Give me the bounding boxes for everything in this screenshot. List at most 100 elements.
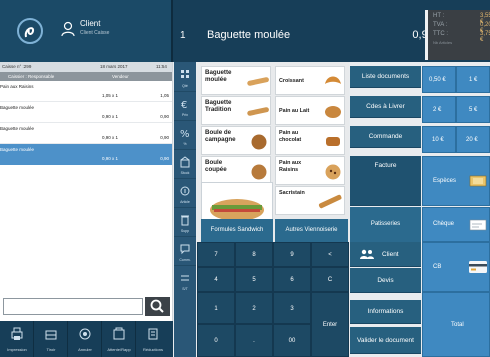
- product-baguette-tradition[interactable]: Baguette Tradition: [201, 96, 271, 125]
- cash-drawer-icon: [45, 330, 57, 340]
- percent-icon: %: [180, 129, 190, 139]
- cash-button[interactable]: Espèces: [422, 156, 490, 206]
- product-boule-coupee[interactable]: Boule coupée: [201, 156, 271, 185]
- sidebar-item-comment[interactable]: Comm.: [174, 238, 196, 266]
- key-double-zero[interactable]: 00: [273, 324, 311, 357]
- denom-20[interactable]: 20 €: [456, 126, 490, 153]
- category-patisseries[interactable]: Patisseries: [350, 207, 421, 242]
- sidebar-item-percent[interactable]: % %: [174, 122, 196, 150]
- print-button[interactable]: Impression: [0, 321, 34, 357]
- cancel-icon: [79, 328, 91, 340]
- total-ttc: TTC :3,75 €: [433, 31, 490, 43]
- ticket-info: Caisse n° :299 18 mars 2017 11:54: [0, 62, 172, 72]
- ticket-line-selected[interactable]: Baguette moulée 0,90 x 1 0,90: [0, 144, 172, 165]
- product-pain-aux-raisins[interactable]: Pain aux Raisins: [275, 156, 345, 185]
- product-pain-au-lait[interactable]: Pain au Lait: [275, 96, 345, 125]
- user-icon: [61, 21, 75, 37]
- hold-recall-button[interactable]: Attente/Rapp: [102, 321, 136, 357]
- hold-icon: [113, 327, 125, 340]
- key-clear[interactable]: C: [311, 267, 349, 292]
- banknote-icon: [469, 175, 487, 187]
- denom-050[interactable]: 0,50 €: [422, 66, 456, 93]
- product-baguette-moulee[interactable]: Baguette moulée: [201, 66, 271, 95]
- raisin-bun-icon: [325, 164, 341, 180]
- key-6[interactable]: 6: [273, 267, 311, 292]
- key-9[interactable]: 9: [273, 242, 311, 267]
- app-logo-icon: [17, 18, 43, 44]
- credit-card-icon: [469, 261, 487, 273]
- information-button[interactable]: Informations: [350, 300, 421, 324]
- article-icon: [180, 186, 190, 196]
- quote-button[interactable]: Devis: [350, 268, 421, 293]
- client-button[interactable]: Client: [350, 242, 421, 267]
- current-line-product: Baguette moulée: [207, 29, 291, 41]
- key-0[interactable]: 0: [197, 324, 235, 357]
- sidebar-item-delete[interactable]: Supp: [174, 209, 196, 237]
- cheque-icon: [469, 219, 487, 231]
- order-button[interactable]: Commande: [350, 126, 421, 148]
- validate-document-button[interactable]: Valider le document: [350, 327, 421, 354]
- key-4[interactable]: 4: [197, 267, 235, 292]
- svg-text:€: €: [181, 100, 187, 110]
- sidebar-item-article[interactable]: Article: [174, 180, 196, 208]
- comment-icon: [180, 244, 190, 255]
- discounts-button[interactable]: Réductions: [136, 321, 170, 357]
- invoice-button[interactable]: Facture: [350, 156, 421, 206]
- denom-10[interactable]: 10 €: [422, 126, 456, 153]
- drawer-button[interactable]: Tiroir: [34, 321, 68, 357]
- pastry-icon: [326, 137, 340, 146]
- sidebar-item-subtotal[interactable]: S/T: [174, 267, 196, 295]
- ticket-line[interactable]: Pain aux Raisins 1,05 x 1 1,05: [0, 81, 172, 102]
- baguette-icon: [247, 107, 269, 116]
- quantity-icon: [181, 70, 189, 78]
- total-button[interactable]: Total: [422, 292, 490, 357]
- product-croissant[interactable]: Croissant: [275, 66, 345, 95]
- denom-1[interactable]: 1 €: [456, 66, 490, 93]
- ticket-line[interactable]: Baguette moulée 0,90 x 1 0,90: [0, 123, 172, 144]
- category-formules-sandwich[interactable]: Formules Sandwich: [201, 219, 273, 242]
- key-5[interactable]: 5: [235, 267, 273, 292]
- round-bread-icon: [251, 134, 267, 150]
- product-pain-au-chocolat[interactable]: Pain au chocolat: [275, 126, 345, 155]
- trash-icon: [181, 215, 189, 226]
- key-8[interactable]: 8: [235, 242, 273, 267]
- key-decimal[interactable]: .: [235, 324, 273, 357]
- category-autres-viennoiserie[interactable]: Autres Viennoiserie: [275, 219, 348, 242]
- baguette-icon: [247, 77, 269, 86]
- key-enter[interactable]: Enter: [311, 292, 349, 357]
- orders-to-deliver-button[interactable]: Cdes à Livrer: [350, 96, 421, 118]
- product-boule-campagne[interactable]: Boule de campagne: [201, 126, 271, 155]
- search-button[interactable]: [145, 297, 170, 316]
- header-bar: Client Client Caisse 1 Baguette moulée 0…: [0, 0, 490, 62]
- articles-count-label: Nb Articles: [433, 40, 453, 45]
- round-bread-icon: [251, 164, 267, 180]
- key-1[interactable]: 1: [197, 292, 235, 324]
- sidebar-item-stock[interactable]: Stock: [174, 151, 196, 179]
- cheque-button[interactable]: Chèque: [422, 207, 490, 242]
- product-sacristain[interactable]: Sacristain: [275, 186, 345, 215]
- printer-icon: [11, 327, 23, 340]
- client-panel[interactable]: Client Client Caisse: [0, 0, 173, 62]
- ticket-line[interactable]: Baguette moulée 0,90 x 1 0,90: [0, 102, 172, 123]
- card-button[interactable]: CB: [422, 242, 490, 292]
- ticket-panel: Caisse n° :299 18 mars 2017 11:54 Caissi…: [0, 62, 173, 324]
- sidebar-item-qty[interactable]: Qté: [174, 64, 196, 92]
- price-icon: €: [181, 100, 187, 110]
- key-backspace[interactable]: <: [311, 242, 349, 267]
- denom-5[interactable]: 5 €: [456, 96, 490, 123]
- sacristain-icon: [318, 194, 342, 209]
- cancel-button[interactable]: Annuler: [68, 321, 102, 357]
- sidebar-item-price[interactable]: € Prix: [174, 93, 196, 121]
- list-documents-button[interactable]: Liste documents: [350, 66, 421, 88]
- users-icon: [360, 249, 374, 259]
- bread-roll-icon: [325, 106, 341, 118]
- search-icon: [150, 299, 164, 313]
- subtotal-icon: [181, 275, 189, 281]
- current-line-qty: 1: [180, 30, 186, 41]
- denom-2[interactable]: 2 €: [422, 96, 456, 123]
- key-7[interactable]: 7: [197, 242, 235, 267]
- key-2[interactable]: 2: [235, 292, 273, 324]
- key-3[interactable]: 3: [273, 292, 311, 324]
- ticket-columns: Caissier : Responsable Vendeur: [0, 72, 172, 81]
- search-input[interactable]: [3, 298, 143, 315]
